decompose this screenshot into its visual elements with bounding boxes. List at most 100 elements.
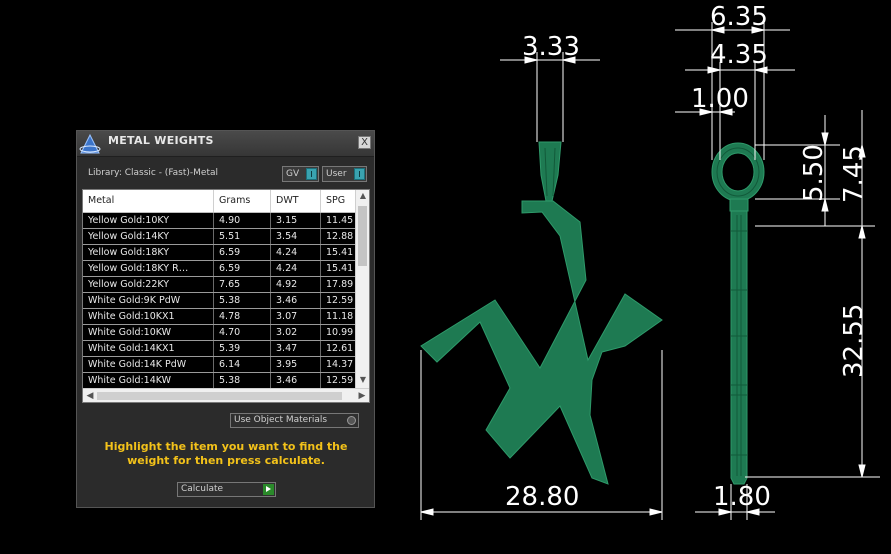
cell-spg: 12.88	[326, 231, 354, 242]
cad-viewport[interactable]: 3.33 6.35 4.35 1.00 5.50 7.45 32.55 28.8…	[0, 0, 891, 550]
play-arrow-icon	[263, 484, 274, 495]
pendant-side-view[interactable]	[711, 142, 765, 485]
dim-label-letter-width: 28.80	[505, 482, 579, 512]
column-header-metal[interactable]: Metal	[83, 190, 214, 212]
gv-toggle[interactable]: GV	[282, 166, 319, 182]
cell-metal: White Gold:14KW	[83, 373, 214, 388]
cell-metal: Yellow Gold:10KY	[83, 213, 214, 228]
cell-grams: 6.59	[214, 261, 271, 276]
table-row[interactable]: White Gold:10KW 4.70 3.02 10.99	[83, 325, 355, 341]
table-row[interactable]: Yellow Gold:18KY 6.59 4.24 15.41	[83, 245, 355, 261]
side-body	[729, 198, 749, 212]
cell-dwt: 4.92	[271, 277, 321, 292]
cell-grams: 4.90	[214, 213, 271, 228]
cell-spg: 17.89	[326, 279, 354, 290]
table-row[interactable]: White Gold:9K PdW 5.38 3.46 12.59	[83, 293, 355, 309]
dim-label-ring-inner: 5.50	[799, 144, 829, 202]
cell-dwt: 3.46	[271, 373, 321, 388]
cell-spg: 12.61	[326, 343, 354, 354]
cell-grams: 7.65	[214, 277, 271, 292]
cell-spg: 11.45	[326, 215, 354, 226]
cell-metal: White Gold:14K PdW	[83, 357, 214, 372]
panel-title: METAL WEIGHTS	[108, 134, 214, 147]
vertical-scrollbar[interactable]: ▲ ▼	[355, 190, 369, 388]
cell-grams: 4.78	[214, 309, 271, 324]
dim-label-inner-depth: 4.35	[710, 40, 768, 70]
column-header-dwt[interactable]: DWT	[271, 190, 321, 212]
instruction-text: Highlight the item you want to find the …	[104, 440, 348, 467]
dim-label-body-height: 32.55	[839, 304, 869, 378]
table-row[interactable]: White Gold:14K PdW 6.14 3.95 14.37	[83, 357, 355, 373]
cell-grams: 4.70	[214, 325, 271, 340]
table-row[interactable]: Yellow Gold:18KY R… 6.59 4.24 15.41	[83, 261, 355, 277]
cell-grams: 6.59	[214, 245, 271, 260]
dim-label-bail-width: 3.33	[522, 32, 580, 62]
cell-metal: White Gold:14KX1	[83, 341, 214, 356]
cell-grams: 5.51	[214, 229, 271, 244]
scroll-down-arrow-icon[interactable]: ▼	[356, 374, 369, 386]
cell-spg: 12.59	[326, 295, 354, 306]
calculate-button[interactable]: Calculate	[177, 482, 276, 497]
use-object-materials-option[interactable]: Use Object Materials	[230, 413, 359, 428]
cell-grams: 5.39	[214, 341, 271, 356]
cell-dwt: 3.07	[271, 309, 321, 324]
metal-table[interactable]: Metal Grams DWT SPG Yellow Gold:10KY 4.90…	[82, 189, 370, 403]
cell-spg: 12.59	[326, 375, 354, 386]
table-row[interactable]: Yellow Gold:22KY 7.65 4.92 17.89	[83, 277, 355, 293]
cell-grams: 5.38	[214, 373, 271, 388]
scroll-right-arrow-icon[interactable]: ▶	[355, 389, 369, 402]
cell-dwt: 4.24	[271, 245, 321, 260]
cell-dwt: 3.15	[271, 213, 321, 228]
gv-toggle-knob-icon	[306, 168, 317, 180]
horizontal-scrollbar[interactable]: ◀ ▶	[83, 388, 369, 402]
cell-metal: Yellow Gold:18KY	[83, 245, 214, 260]
cell-spg: 15.41	[326, 263, 354, 274]
dim-label-wall: 1.00	[691, 84, 749, 114]
use-object-materials-label: Use Object Materials	[234, 415, 328, 425]
cell-dwt: 3.54	[271, 229, 321, 244]
radio-icon[interactable]	[347, 416, 356, 425]
scroll-left-arrow-icon[interactable]: ◀	[83, 389, 97, 402]
cell-grams: 6.14	[214, 357, 271, 372]
pendant-front-view[interactable]	[420, 141, 663, 485]
bail-ring-inner	[721, 152, 755, 192]
close-button[interactable]: X	[358, 136, 371, 149]
metal-weights-panel[interactable]: METAL WEIGHTS X Library: Classic - (Fast…	[76, 130, 375, 508]
cell-spg: 10.99	[326, 327, 354, 338]
side-stem	[730, 210, 748, 485]
cell-metal: White Gold:10KW	[83, 325, 214, 340]
cell-metal: Yellow Gold:22KY	[83, 277, 214, 292]
scroll-up-arrow-icon[interactable]: ▲	[356, 190, 369, 202]
cell-metal: White Gold:10KX1	[83, 309, 214, 324]
dim-label-ring-outer: 7.45	[839, 145, 869, 203]
table-row[interactable]: Yellow Gold:10KY 4.90 3.15 11.45	[83, 213, 355, 229]
vertical-scroll-thumb[interactable]	[358, 206, 367, 266]
cell-dwt: 3.47	[271, 341, 321, 356]
gv-toggle-label: GV	[286, 169, 300, 179]
bail-front	[538, 141, 562, 202]
panel-title-bar[interactable]: METAL WEIGHTS X	[77, 131, 374, 157]
cell-metal: White Gold:9K PdW	[83, 293, 214, 308]
table-row[interactable]: White Gold:14KW 5.38 3.46 12.59	[83, 373, 355, 389]
user-toggle[interactable]: User	[322, 166, 367, 182]
cell-grams: 5.38	[214, 293, 271, 308]
cell-metal: Yellow Gold:18KY R…	[83, 261, 214, 276]
table-row[interactable]: Yellow Gold:14KY 5.51 3.54 12.88	[83, 229, 355, 245]
user-toggle-label: User	[326, 169, 347, 179]
table-row[interactable]: White Gold:10KX1 4.78 3.07 11.18	[83, 309, 355, 325]
cell-spg: 15.41	[326, 247, 354, 258]
cell-spg: 14.37	[326, 359, 354, 370]
table-row[interactable]: White Gold:14KX1 5.39 3.47 12.61	[83, 341, 355, 357]
horizontal-scroll-thumb[interactable]	[97, 392, 342, 400]
cell-metal: Yellow Gold:14KY	[83, 229, 214, 244]
dim-label-thickness: 1.80	[713, 482, 771, 512]
column-header-spg[interactable]: SPG	[321, 190, 355, 212]
column-header-grams[interactable]: Grams	[214, 190, 271, 212]
table-header: Metal Grams DWT SPG	[83, 190, 355, 213]
calculate-label: Calculate	[181, 484, 224, 494]
library-label: Library: Classic - (Fast)-Metal	[88, 168, 219, 178]
letter-m-front	[420, 200, 663, 485]
cell-spg: 11.18	[326, 311, 354, 322]
dim-label-overall-depth: 6.35	[710, 2, 768, 32]
app-logo-icon	[79, 133, 101, 154]
